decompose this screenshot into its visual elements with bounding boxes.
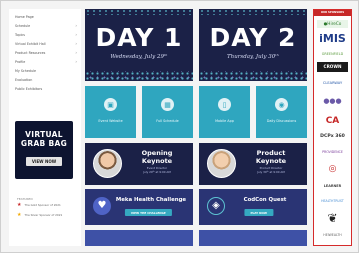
day-title: DAY 1 [95,23,183,52]
sidebar-item-label: Product Resources [15,50,46,55]
day-2-banner[interactable]: DAY 2 Thursday, July 30ᵗʰ [199,9,307,81]
promo-title: Meka Health Challenge [115,197,187,203]
star-icon: ★ [17,202,22,208]
virtual-grab-bag-banner[interactable]: VIRTUAL GRAB BAG VIEW NOW [15,121,73,179]
opening-keynote-card[interactable]: Opening Keynote Event Director July 29ᵗʰ… [85,143,193,185]
sidebar-item-label: Home Page [15,14,34,19]
sidebar-nav-item[interactable]: Schedule › [9,21,81,30]
day-date: Thursday, July 30ᵗʰ [227,54,279,60]
keynote-title-line: Keynote [255,156,287,165]
sponsor-logo[interactable]: HEALTHTRUST [317,196,348,206]
play-now-button[interactable]: PLAY NOW [244,209,273,216]
codcon-quest-card[interactable]: ◈ CodCon Quest PLAY NOW [199,189,307,225]
quick-link-tile[interactable]: ▯ Mobile App [199,86,250,138]
quick-link-tile[interactable]: ▦ Full Schedule [142,86,193,138]
tile-label: Daily Discussions [266,119,297,123]
featured-text: The Gold Sponsor of 2021 [24,203,61,207]
chevron-right-icon: › [75,32,77,37]
heart-icon: ♥ [93,197,111,215]
dot-pattern [199,71,307,81]
more-content-card[interactable] [85,230,193,246]
sponsor-column: OUR SPONSORS ●HireCo iMIS GREENFIELD CROWN C… [313,9,352,246]
sidebar-nav-item[interactable]: Product Resources › [9,48,81,57]
sidebar-nav: Home Page Schedule › Topics › Virtual Exhibit… [9,9,81,93]
sponsor-logo[interactable]: iMIS [317,32,348,46]
day-1-banner[interactable]: DAY 1 Wednesday, July 29ᵗʰ [85,9,193,81]
product-keynote-card[interactable]: Product Keynote Product Director July 30… [199,143,307,185]
quick-link-tile[interactable]: ▣ Event Website [85,86,136,138]
keynote-details: Event Director July 29ᵗʰ at 9:00 AM [125,166,189,174]
speaker-photo [207,149,236,178]
sponsor-logo[interactable]: ◎ [317,162,348,176]
tile-label: Event Website [98,119,123,123]
view-now-button[interactable]: VIEW NOW [25,157,63,166]
tile-label: Full Schedule [156,119,179,123]
keynote-title: Opening Keynote [125,149,189,165]
sidebar-item-label: Virtual Exhibit Hall [15,41,46,46]
grab-bag-title-line2: GRAB BAG [20,139,68,148]
featured-text: The Silver Sponsor of 2021 [24,213,63,217]
day-title: DAY 2 [209,23,297,52]
featured-item[interactable]: ★ The Silver Sponsor of 2021 [17,213,75,218]
sponsor-logo[interactable]: HEIWEALTH [317,230,348,240]
sidebar-item-label: My Schedule [15,68,36,73]
sidebar-nav-item[interactable]: Virtual Exhibit Hall › [9,39,81,48]
sidebar-nav-item[interactable]: Profile › [9,57,81,66]
compass-icon: ◈ [207,197,225,215]
sponsor-logo[interactable]: ●HireCo [317,20,348,28]
monitor-icon: ▣ [104,98,117,111]
sponsor-logo[interactable]: LEARNER [317,180,348,192]
keynote-detail-line: July 30ᵗʰ at 9:00 AM [257,169,285,174]
phone-icon: ▯ [218,98,231,111]
featured-label: FEATURED [17,197,33,201]
sidebar-nav-item[interactable]: Public Exhibitors [9,84,81,93]
sidebar-item-label: Public Exhibitors [15,86,43,91]
star-icon: ★ [17,212,22,218]
tile-label: Mobile App [215,119,234,123]
event-portal: Home Page Schedule › Topics › Virtual Exhibit… [0,0,359,253]
health-challenge-card[interactable]: ♥ Meka Health Challenge VIEW THE CHALLEN… [85,189,193,225]
dot-pattern [85,9,193,15]
dot-pattern [199,9,307,15]
sidebar-item-label: Profile [15,59,26,64]
sponsor-logo[interactable]: CLEARWAY [317,76,348,90]
featured-item[interactable]: ★ The Gold Sponsor of 2021 [17,203,75,208]
sidebar-nav-item[interactable]: Evaluation [9,75,81,84]
sponsor-logo[interactable]: ●●● [317,94,348,108]
promo-title: CodCon Quest [243,197,287,203]
sponsor-logo[interactable]: CROWN [317,62,348,72]
day-date: Wednesday, July 29ᵗʰ [110,54,168,60]
view-challenge-button[interactable]: VIEW THE CHALLENGE [124,209,172,216]
dot-pattern [85,71,193,81]
keynote-title: Product Keynote [239,149,303,165]
chevron-right-icon: › [75,50,77,55]
chat-icon: ◉ [275,98,288,111]
sponsor-logo[interactable]: DCPx 360 [317,132,348,142]
sidebar-nav-item[interactable]: My Schedule [9,66,81,75]
sponsors-header: OUR SPONSORS [314,10,351,16]
keynote-detail-line: July 29ᵗʰ at 9:00 AM [143,169,171,174]
main-content: DAY 1 Wednesday, July 29ᵗʰ DAY 2 Thursda… [85,9,309,246]
chevron-right-icon: › [75,41,77,46]
sidebar: Home Page Schedule › Topics › Virtual Exhibit… [9,9,81,246]
chevron-right-icon: › [75,59,77,64]
sponsor-logo[interactable]: PROVIDENCE [317,146,348,158]
speaker-photo [93,149,122,178]
sidebar-item-label: Schedule [15,23,31,28]
calendar-icon: ▦ [161,98,174,111]
sponsor-logo[interactable]: CA [317,114,348,128]
sponsor-logo[interactable]: ❦ [317,210,348,226]
chevron-right-icon: › [75,23,77,28]
grab-bag-title-line1: VIRTUAL [25,130,63,139]
sponsor-logo[interactable]: GREENFIELD [317,50,348,58]
keynote-title-line: Keynote [141,156,173,165]
more-content-card[interactable] [199,230,307,246]
quick-link-tile[interactable]: ◉ Daily Discussions [256,86,307,138]
keynote-details: Product Director July 30ᵗʰ at 9:00 AM [239,166,303,174]
sidebar-nav-item[interactable]: Topics › [9,30,81,39]
sidebar-nav-item[interactable]: Home Page [9,12,81,21]
sidebar-item-label: Evaluation [15,77,33,82]
sidebar-item-label: Topics [15,32,26,37]
